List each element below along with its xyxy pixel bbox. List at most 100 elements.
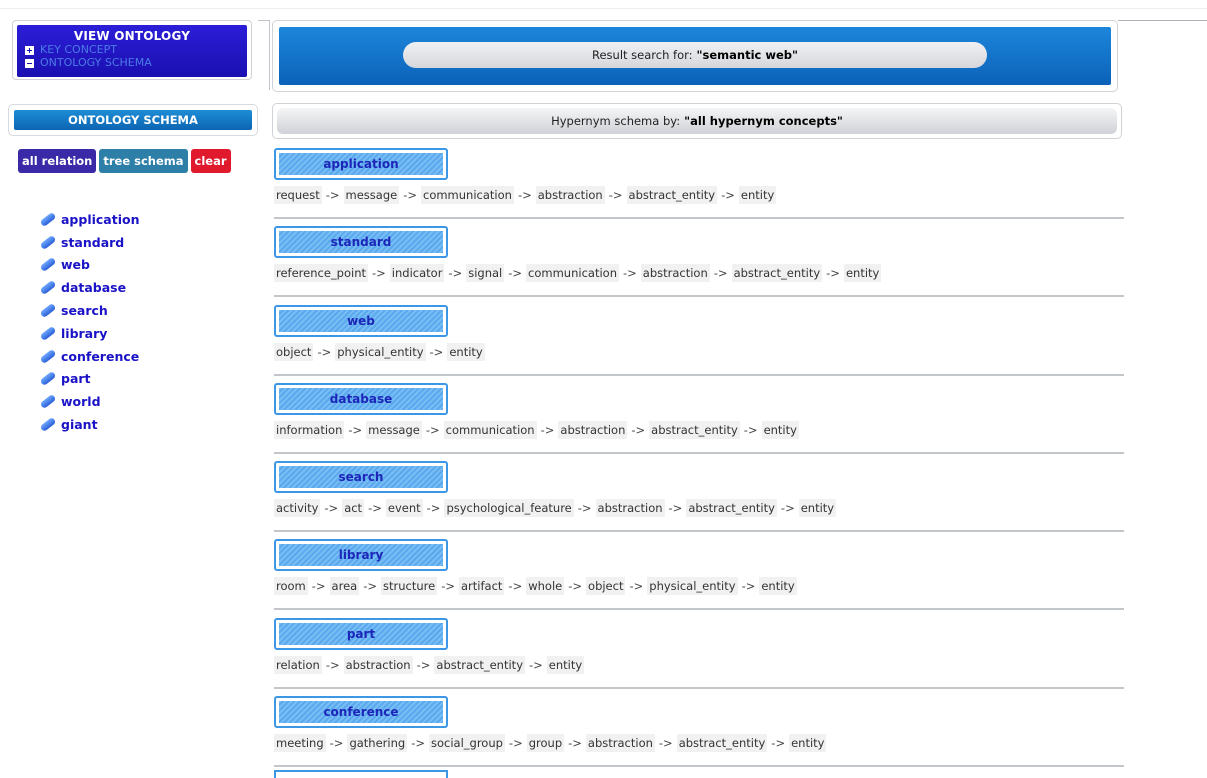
view-ontology-title: VIEW ONTOLOGY — [73, 29, 191, 43]
result-concept-button[interactable]: database — [274, 382, 448, 415]
concept-label[interactable]: database — [61, 280, 126, 295]
concept-item-application[interactable]: application — [38, 208, 140, 231]
hypernym-node: entity — [447, 342, 485, 361]
arrow-separator: -> — [629, 579, 644, 594]
hypernym-node: signal — [466, 264, 505, 283]
arrow-separator: -> — [540, 422, 555, 437]
hypernym-node: group — [526, 734, 565, 753]
hypernym-node: entity — [738, 186, 777, 204]
result-concept-button[interactable]: application — [274, 148, 448, 180]
arrow-separator: -> — [721, 188, 735, 202]
concept-label[interactable]: world — [61, 394, 101, 409]
concept-item-search[interactable]: search — [38, 299, 140, 322]
left-sidebar: VIEW ONTOLOGY KEY CONCEPT ONTOLOGY SCHEM… — [8, 20, 264, 80]
row-divider — [274, 765, 1124, 768]
result-row: conference meeting -> gathering -> social_gro… — [274, 696, 1124, 774]
concept-item-database[interactable]: database — [38, 276, 140, 299]
result-concept-label[interactable]: library — [279, 544, 443, 567]
pill-icon — [39, 234, 57, 250]
arrow-separator: -> — [403, 188, 417, 202]
arrow-separator: -> — [780, 501, 795, 516]
ontology-schema-panel: ONTOLOGY SCHEMA — [8, 104, 258, 136]
hypernym-node: abstraction — [535, 186, 605, 204]
concept-label[interactable]: standard — [61, 235, 124, 250]
hypernym-path: reference_point -> indicator -> signal -> comm… — [274, 264, 882, 283]
concept-label[interactable]: application — [61, 212, 140, 227]
result-concept-label[interactable]: web — [279, 309, 443, 332]
result-concept-button[interactable]: library — [274, 539, 448, 572]
arrow-separator: -> — [348, 422, 363, 437]
clear-button[interactable]: clear — [190, 149, 231, 173]
result-concept-label[interactable]: search — [279, 466, 443, 489]
hypernym-node: social_group — [428, 734, 505, 753]
divider-line — [269, 20, 270, 90]
concept-label[interactable]: web — [61, 257, 90, 272]
arrow-separator: -> — [826, 266, 840, 281]
hypernym-node: entity — [546, 655, 585, 674]
hypernym-node: abstraction — [640, 264, 710, 283]
concept-label[interactable]: giant — [61, 417, 98, 432]
ontology-schema-label[interactable]: ONTOLOGY SCHEMA — [40, 57, 152, 69]
arrow-separator: -> — [426, 501, 441, 516]
concept-item-part[interactable]: part — [38, 368, 140, 391]
result-concept-button[interactable]: conference — [274, 696, 448, 729]
concept-list: application standard web database search… — [38, 208, 140, 436]
result-concept-button-partial[interactable] — [274, 770, 448, 778]
hypernym-node: activity — [274, 499, 321, 518]
result-concept-label[interactable]: part — [279, 622, 443, 645]
result-concept-button[interactable]: standard — [274, 226, 448, 259]
hypernym-bar: Hypernym schema by: "all hypernym concep… — [277, 108, 1117, 134]
tree-schema-button[interactable]: tree schema — [99, 149, 188, 173]
row-divider — [274, 217, 1124, 219]
collapse-icon[interactable] — [25, 58, 34, 68]
result-banner: Result search for: "semantic web" — [279, 27, 1111, 85]
all-relation-button[interactable]: all relation — [18, 149, 97, 173]
pill-icon — [39, 348, 57, 364]
concept-item-standard[interactable]: standard — [38, 231, 140, 254]
concept-label[interactable]: conference — [61, 349, 139, 364]
concept-item-web[interactable]: web — [38, 254, 140, 277]
concept-label[interactable]: search — [61, 303, 108, 318]
result-concept-label[interactable]: conference — [279, 701, 443, 724]
key-concept-label[interactable]: KEY CONCEPT — [40, 44, 117, 56]
result-concept-label[interactable]: database — [279, 387, 443, 410]
arrow-separator: -> — [668, 501, 683, 516]
hypernym-path: request -> message -> communication -> abstrac… — [274, 186, 777, 204]
result-concept-label[interactable]: application — [279, 153, 443, 175]
hypernym-node: physical_entity — [647, 577, 738, 596]
key-concept-item[interactable]: KEY CONCEPT — [25, 44, 239, 56]
pill-icon — [39, 394, 57, 410]
result-search-pill: Result search for: "semantic web" — [403, 42, 987, 68]
hypernym-node: entity — [759, 577, 797, 596]
hypernym-node: abstract_entity — [649, 420, 740, 439]
concept-item-world[interactable]: world — [38, 390, 140, 413]
concept-item-conference[interactable]: conference — [38, 345, 140, 368]
ontology-schema-item[interactable]: ONTOLOGY SCHEMA — [25, 57, 239, 69]
pill-icon — [39, 371, 57, 387]
concept-label[interactable]: library — [61, 326, 107, 341]
arrow-separator: -> — [508, 579, 523, 594]
hypernym-node: object — [586, 577, 626, 596]
hypernym-path: room -> area -> structure -> artifact -> whole ->… — [274, 577, 797, 596]
concept-label[interactable]: part — [61, 371, 91, 386]
hypernym-node: message — [366, 420, 422, 439]
hypernym-node: message — [343, 186, 400, 204]
concept-item-giant[interactable]: giant — [38, 413, 140, 436]
row-divider — [274, 530, 1124, 533]
arrow-separator: -> — [771, 736, 786, 751]
result-prefix: Result search for: — [591, 48, 693, 62]
result-concept-label[interactable]: standard — [279, 231, 443, 254]
schema-button-row: all relation tree schema clear — [18, 149, 231, 173]
result-concept-button[interactable]: web — [274, 304, 448, 337]
hypernym-node: communication — [526, 264, 619, 283]
hypernym-node: physical_entity — [335, 342, 426, 361]
result-concept-button[interactable]: search — [274, 461, 448, 494]
arrow-separator: -> — [441, 579, 455, 594]
expand-icon[interactable] — [25, 45, 34, 55]
arrow-separator: -> — [529, 657, 543, 672]
arrow-separator: -> — [372, 266, 386, 281]
concept-item-library[interactable]: library — [38, 322, 140, 345]
result-concept-button[interactable]: part — [274, 617, 448, 650]
arrow-separator: -> — [325, 188, 340, 202]
hypernym-path: relation -> abstraction -> abstract_entity ->… — [274, 655, 585, 674]
